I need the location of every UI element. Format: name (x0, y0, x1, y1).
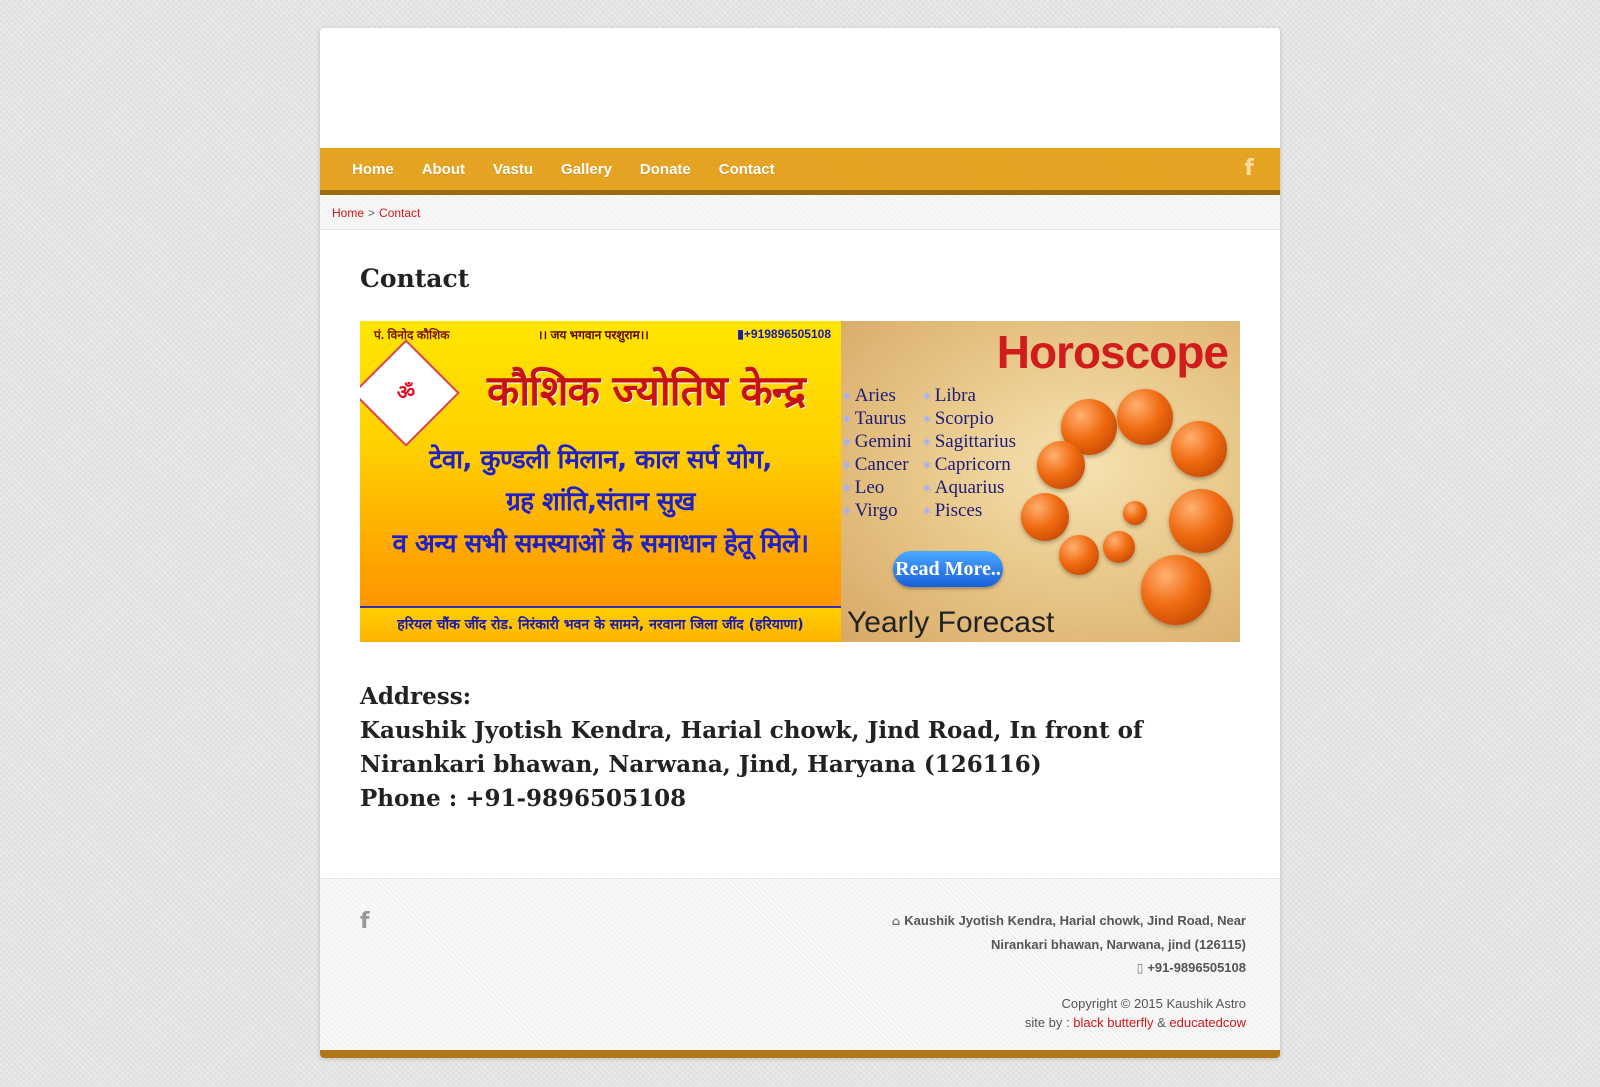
address-line: Nirankari bhawan, Narwana, Jind, Haryana… (360, 751, 1042, 778)
footer-credits: site by : black butterfly & educatedcow (826, 1015, 1246, 1030)
banner-service-line: व अन्य सभी समस्याओं के समाधान हेतू मिले। (392, 529, 809, 559)
main-content: Contact पं. विनोद कौशिक ।। जय भगवान परशु… (320, 230, 1280, 878)
banner-astrology-center: पं. विनोद कौशिक ।। जय भगवान परशुराम।। ▮+… (360, 321, 841, 642)
facebook-icon[interactable]: f (1244, 156, 1254, 181)
zodiac-orb (1171, 421, 1227, 477)
zodiac-orb (1141, 555, 1211, 625)
site-by-label: site by : (1024, 1015, 1070, 1030)
address-line: Kaushik Jyotish Kendra, Harial chowk, Ji… (360, 717, 1143, 744)
zodiac-sign: Leo (841, 477, 921, 499)
banner-pandit-name: पं. विनोद कौशिक (374, 327, 450, 342)
nav-contact[interactable]: Contact (719, 161, 775, 178)
zodiac-orb (1117, 389, 1173, 445)
home-icon: ⌂ (891, 914, 901, 928)
breadcrumb-current[interactable]: Contact (379, 206, 420, 220)
zodiac-orb (1103, 531, 1135, 563)
zodiac-sign-list: Aries Libra Taurus Scorpio Gemini Sagitt… (841, 385, 1031, 522)
banner-phone: ▮+919896505108 (737, 327, 831, 341)
zodiac-sign: Aquarius (921, 477, 1031, 499)
main-nav: Home About Vastu Gallery Donate Contact … (320, 148, 1280, 195)
om-symbol: ॐ (396, 382, 416, 404)
breadcrumb: Home > Contact (320, 195, 1280, 230)
nav-items: Home About Vastu Gallery Donate Contact (352, 161, 803, 178)
banner-top-strip: पं. विनोद कौशिक ।। जय भगवान परशुराम।। ▮+… (360, 321, 841, 347)
footer-address-line: Kaushik Jyotish Kendra, Harial chowk, Ji… (904, 913, 1246, 928)
footer-bottom-bar (320, 1050, 1280, 1058)
header (320, 28, 1280, 148)
banner-center-title: कौशिक ज्योतिष केन्द्र (487, 366, 806, 415)
read-more-button[interactable]: Read More.. (893, 551, 1003, 587)
zodiac-orb (1123, 501, 1147, 525)
ampersand: & (1157, 1015, 1166, 1030)
footer-phone: ▯ +91-9896505108 (826, 956, 1246, 980)
banner-address: हरियल चौंक जींद रोड. निरंकारी भवन के साम… (360, 606, 841, 642)
zodiac-orb (1059, 535, 1099, 575)
footer-info: ⌂ Kaushik Jyotish Kendra, Harial chowk, J… (826, 909, 1246, 1030)
banner-service-line: टेवा, कुण्डली मिलान, काल सर्प योग, (429, 445, 772, 475)
footer-copyright: Copyright © 2015 Kaushik Astro (1061, 996, 1246, 1011)
banner-image: पं. विनोद कौशिक ।। जय भगवान परशुराम।। ▮+… (360, 321, 1240, 642)
banner-service-line: ग्रह शांति,संतान सुख (506, 487, 695, 517)
zodiac-sign: Libra (921, 385, 1031, 407)
footer-address-line: Nirankari bhawan, Narwana, jind (126115) (990, 937, 1246, 952)
zodiac-orb (1021, 493, 1069, 541)
zodiac-orb (1169, 489, 1233, 553)
zodiac-sign: Taurus (841, 408, 921, 430)
banner-jai-text: ।। जय भगवान परशुराम।। (538, 327, 649, 342)
breadcrumb-home-link[interactable]: Home (332, 206, 364, 220)
nav-donate[interactable]: Donate (640, 161, 691, 178)
black-butterfly-link[interactable]: black butterfly (1073, 1015, 1153, 1030)
facebook-icon[interactable]: f (360, 909, 370, 934)
zodiac-sign: Virgo (841, 500, 921, 522)
contact-phone: Phone : +91-9896505108 (360, 785, 687, 812)
banner-services: टेवा, कुण्डली मिलान, काल सर्प योग, ग्रह … (360, 439, 841, 565)
nav-home[interactable]: Home (352, 161, 394, 178)
zodiac-sign: Capricorn (921, 454, 1031, 476)
banner-phone-number: +919896505108 (743, 327, 831, 341)
address-label: Address: (360, 683, 472, 710)
educatedcow-link[interactable]: educatedcow (1169, 1015, 1246, 1030)
mobile-icon: ▮ (737, 327, 744, 341)
nav-about[interactable]: About (422, 161, 465, 178)
footer-phone-number: +91-9896505108 (1147, 960, 1246, 975)
contact-details: Address: Kaushik Jyotish Kendra, Harial … (360, 680, 1240, 816)
zodiac-sign: Scorpio (921, 408, 1031, 430)
nav-gallery[interactable]: Gallery (561, 161, 612, 178)
zodiac-sign: Pisces (921, 500, 1031, 522)
breadcrumb-separator: > (368, 206, 376, 220)
horoscope-title: Horoscope (996, 326, 1229, 378)
yearly-forecast-text: Yearly Forecast (847, 606, 1055, 639)
zodiac-orb (1037, 441, 1085, 489)
zodiac-sign: Aries (841, 385, 921, 407)
mobile-icon: ▯ (1136, 961, 1144, 975)
footer: f ⌂ Kaushik Jyotish Kendra, Harial chowk,… (320, 878, 1280, 1058)
nav-vastu[interactable]: Vastu (493, 161, 533, 178)
banner-horoscope: Horoscope Aries Libra Taurus Scorpio Gem… (841, 321, 1240, 642)
zodiac-sign: Cancer (841, 454, 921, 476)
page-container: Home About Vastu Gallery Donate Contact … (320, 28, 1280, 1058)
footer-address: ⌂ Kaushik Jyotish Kendra, Harial chowk, J… (826, 909, 1246, 956)
zodiac-sign: Sagittarius (921, 431, 1031, 453)
page-title: Contact (360, 264, 470, 293)
zodiac-sign: Gemini (841, 431, 921, 453)
